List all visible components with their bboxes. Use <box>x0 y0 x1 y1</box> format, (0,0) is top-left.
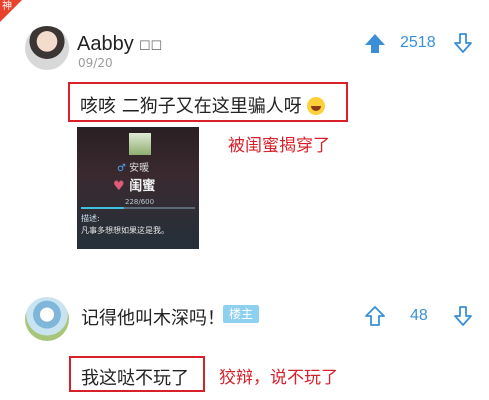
avatar[interactable] <box>25 26 69 70</box>
username-row: Aabby ☐☐ <box>77 33 162 56</box>
grin-emoji-icon <box>306 97 325 115</box>
reply-upvote-icon[interactable] <box>363 304 387 328</box>
screenshot-desc-body: 凡事多想想如果这是我。 <box>81 226 169 235</box>
downvote-icon[interactable] <box>451 31 475 55</box>
post-date: 09/20 <box>78 56 113 70</box>
vote-count: 2518 <box>400 34 436 51</box>
attached-screenshot[interactable]: ♂ 安暖 ♥ 闺蜜 228/600 描述: 凡事多想想如果这是我。 <box>77 127 199 249</box>
annotation-2: 狡辩，说不玩了 <box>219 368 338 388</box>
boxed-reply-text: 我这哒不玩了 <box>81 368 189 389</box>
screenshot-avatar <box>129 133 151 155</box>
highlighted-reply: 我这哒不玩了 <box>69 356 205 392</box>
screenshot-relation-row: ♥ 闺蜜 <box>113 175 155 194</box>
screenshot-progress-bar <box>81 207 195 209</box>
op-tag: 楼主 <box>223 305 260 323</box>
comment-line: 咳咳 二狗子又在这里骗人呀 <box>80 92 325 118</box>
annotation-1: 被闺蜜揭穿了 <box>228 136 330 156</box>
reply-text: 记得他叫木深吗！ <box>81 308 225 329</box>
screenshot-relation: 闺蜜 <box>129 179 156 194</box>
username-suffix: ☐☐ <box>138 39 163 54</box>
screenshot-progress-fill <box>81 207 125 209</box>
screenshot-name: 安暖 <box>129 163 150 174</box>
username[interactable]: Aabby <box>77 33 134 55</box>
male-icon: ♂ <box>117 163 126 174</box>
screenshot-desc-title: 描述: <box>81 214 100 223</box>
reply-downvote-icon[interactable] <box>451 304 475 328</box>
upvote-icon[interactable] <box>363 31 387 55</box>
corner-badge: 神 <box>0 0 22 22</box>
heart-icon: ♥ <box>113 179 125 194</box>
comment-text: 咳咳 二狗子又在这里骗人呀 <box>80 96 302 117</box>
screenshot-progress-text: 228/600 <box>125 198 155 206</box>
highlighted-comment: 咳咳 二狗子又在这里骗人呀 <box>68 82 348 122</box>
reply-vote-count: 48 <box>410 307 428 324</box>
screenshot-name-row: ♂ 安暖 <box>117 159 149 174</box>
reply-avatar[interactable] <box>25 297 69 341</box>
